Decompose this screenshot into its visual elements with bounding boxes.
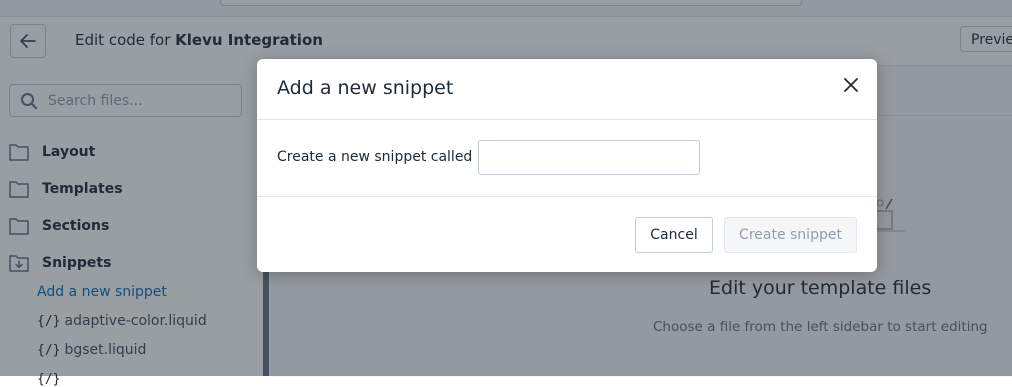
modal-title: Add a new snippet (277, 77, 454, 99)
snippet-name-label: Create a new snippet called (277, 149, 473, 165)
close-icon (844, 78, 858, 92)
close-button[interactable] (841, 75, 861, 95)
snippet-name-input[interactable] (478, 140, 700, 175)
modal-footer-divider (257, 196, 877, 197)
cancel-button[interactable]: Cancel (635, 217, 713, 253)
modal-header-divider (257, 119, 877, 120)
add-snippet-modal: Add a new snippet Create a new snippet c… (257, 59, 877, 272)
create-snippet-button[interactable]: Create snippet (724, 217, 857, 253)
